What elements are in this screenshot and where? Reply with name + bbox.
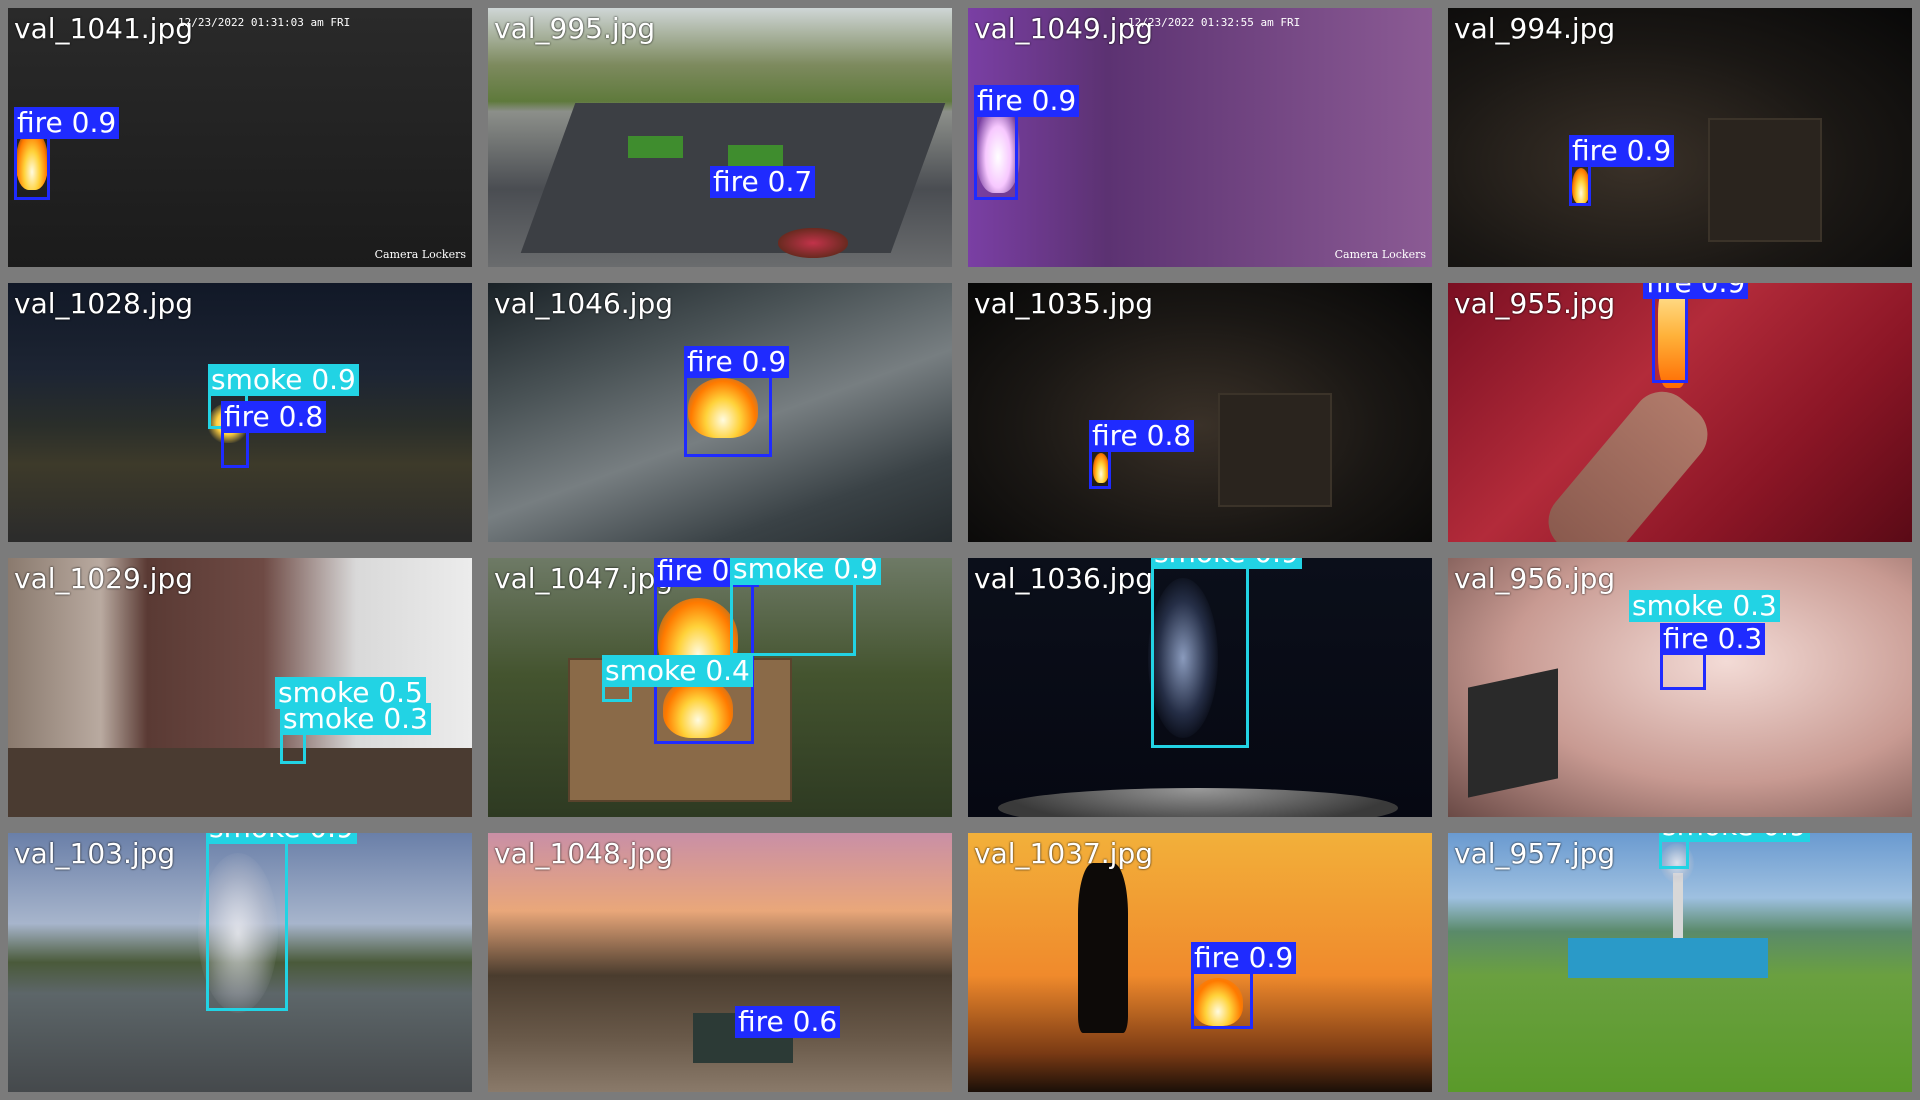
tile-val-103: val_103.jpg smoke 0.9 <box>0 825 480 1100</box>
file-name: val_955.jpg <box>1454 287 1616 320</box>
file-name: val_995.jpg <box>494 12 656 45</box>
tile-val-1029: val_1029.jpg smoke 0.5 smoke 0.3 <box>0 550 480 825</box>
file-name: val_957.jpg <box>1454 837 1616 870</box>
file-name: val_1048.jpg <box>494 837 673 870</box>
tile-val-956: val_956.jpg smoke 0.3 fire 0.3 <box>1440 550 1920 825</box>
tile-val-955: val_955.jpg fire 0.9 <box>1440 275 1920 550</box>
detection-label: fire 0.7 <box>710 166 816 198</box>
detection-label: fire 0.8 <box>1089 420 1195 452</box>
tile-image: val_994.jpg fire 0.9 <box>1448 8 1912 267</box>
tile-val-1047: val_1047.jpg fire 0.9 smoke 0.9 smoke 0.… <box>480 550 960 825</box>
file-name: val_1049.jpg <box>974 12 1153 45</box>
tile-val-957: val_957.jpg smoke 0.9 <box>1440 825 1920 1100</box>
tile-val-1035: val_1035.jpg fire 0.8 <box>960 275 1440 550</box>
detection-label: smoke 0.9 <box>1151 558 1302 569</box>
detection-label: fire 0.9 <box>1191 942 1297 974</box>
fire-box: fire 0.3 <box>1660 623 1766 690</box>
fire-box: fire 0.9 <box>1191 942 1297 1029</box>
detection-label: fire 0.9 <box>974 85 1080 117</box>
detection-label: fire 0.9 <box>684 346 790 378</box>
file-name: val_1028.jpg <box>14 287 193 320</box>
smoke-box: smoke 0.4 <box>602 655 753 702</box>
tile-image: val_995.jpg fire 0.7 <box>488 8 952 267</box>
file-name: val_1047.jpg <box>494 562 673 595</box>
tile-image: val_1047.jpg fire 0.9 smoke 0.9 smoke 0.… <box>488 558 952 817</box>
tile-image: val_1029.jpg smoke 0.5 smoke 0.3 <box>8 558 472 817</box>
smoke-box: smoke 0.3 <box>280 703 431 764</box>
detection-label: fire 0.6 <box>735 1006 841 1038</box>
tile-val-1041: val_1041.jpg 12/23/2022 01:31:03 am FRI … <box>0 0 480 275</box>
tile-image: val_1046.jpg fire 0.9 <box>488 283 952 542</box>
tile-image: val_1035.jpg fire 0.8 <box>968 283 1432 542</box>
file-name: val_994.jpg <box>1454 12 1616 45</box>
file-name: val_956.jpg <box>1454 562 1616 595</box>
detection-label: smoke 0.9 <box>730 558 881 585</box>
smoke-box: smoke 0.9 <box>1151 558 1302 748</box>
file-name: val_1041.jpg <box>14 12 193 45</box>
file-name: val_103.jpg <box>14 837 176 870</box>
smoke-box: smoke 0.9 <box>206 833 357 1011</box>
tile-val-1037: val_1037.jpg fire 0.9 <box>960 825 1440 1100</box>
tile-image: val_1028.jpg smoke 0.9 fire 0.8 <box>8 283 472 542</box>
fire-box: fire 0.8 <box>1089 420 1195 489</box>
tile-val-994: val_994.jpg fire 0.9 <box>1440 0 1920 275</box>
detection-grid: val_1041.jpg 12/23/2022 01:31:03 am FRI … <box>0 0 1920 1100</box>
detection-label: smoke 0.9 <box>1659 833 1810 842</box>
file-name: val_1037.jpg <box>974 837 1153 870</box>
tile-val-1028: val_1028.jpg smoke 0.9 fire 0.8 <box>0 275 480 550</box>
tile-val-995: val_995.jpg fire 0.7 <box>480 0 960 275</box>
fire-box: fire 0.9 <box>684 346 790 457</box>
detection-label: smoke 0.9 <box>206 833 357 844</box>
fire-box: fire 0.9 <box>1643 283 1749 383</box>
tile-image: val_1036.jpg smoke 0.9 <box>968 558 1432 817</box>
detection-label: smoke 0.3 <box>1629 590 1780 622</box>
fire-box: fire 0.9 <box>14 107 120 200</box>
tile-image: val_1049.jpg 12/23/2022 01:32:55 am FRI … <box>968 8 1432 267</box>
camera-label: Camera Lockers <box>1334 248 1426 261</box>
tile-val-1049: val_1049.jpg 12/23/2022 01:32:55 am FRI … <box>960 0 1440 275</box>
detection-label: fire 0.9 <box>1569 135 1675 167</box>
smoke-box: smoke 0.9 <box>1659 833 1810 869</box>
detection-label: fire 0.8 <box>221 401 327 433</box>
tile-image: val_955.jpg fire 0.9 <box>1448 283 1912 542</box>
detection-label: smoke 0.4 <box>602 655 753 687</box>
tile-image: val_1037.jpg fire 0.9 <box>968 833 1432 1092</box>
tile-image: val_957.jpg smoke 0.9 <box>1448 833 1912 1092</box>
smoke-box: smoke 0.9 <box>730 558 881 656</box>
timestamp: 12/23/2022 01:32:55 am FRI <box>1128 16 1301 29</box>
detection-label: smoke 0.3 <box>280 703 431 735</box>
tile-image: val_956.jpg smoke 0.3 fire 0.3 <box>1448 558 1912 817</box>
file-name: val_1035.jpg <box>974 287 1153 320</box>
fire-box: fire 0.8 <box>221 401 327 468</box>
camera-label: Camera Lockers <box>374 248 466 261</box>
detection-label: fire 0.9 <box>1643 283 1749 299</box>
tile-image: val_1048.jpg fire 0.6 <box>488 833 952 1092</box>
fire-box: fire 0.9 <box>974 85 1080 200</box>
detection-label: fire 0.9 <box>14 107 120 139</box>
fire-box: fire 0.9 <box>1569 135 1675 206</box>
fire-box: fire 0.6 <box>735 1006 841 1052</box>
tile-image: val_103.jpg smoke 0.9 <box>8 833 472 1092</box>
fire-box: fire 0.7 <box>710 166 816 228</box>
detection-label: fire 0.3 <box>1660 623 1766 655</box>
tile-val-1048: val_1048.jpg fire 0.6 <box>480 825 960 1100</box>
file-name: val_1046.jpg <box>494 287 673 320</box>
timestamp: 12/23/2022 01:31:03 am FRI <box>178 16 351 29</box>
detection-label: smoke 0.9 <box>208 364 359 396</box>
file-name: val_1029.jpg <box>14 562 193 595</box>
tile-val-1036: val_1036.jpg smoke 0.9 <box>960 550 1440 825</box>
tile-val-1046: val_1046.jpg fire 0.9 <box>480 275 960 550</box>
file-name: val_1036.jpg <box>974 562 1153 595</box>
tile-image: val_1041.jpg 12/23/2022 01:31:03 am FRI … <box>8 8 472 267</box>
